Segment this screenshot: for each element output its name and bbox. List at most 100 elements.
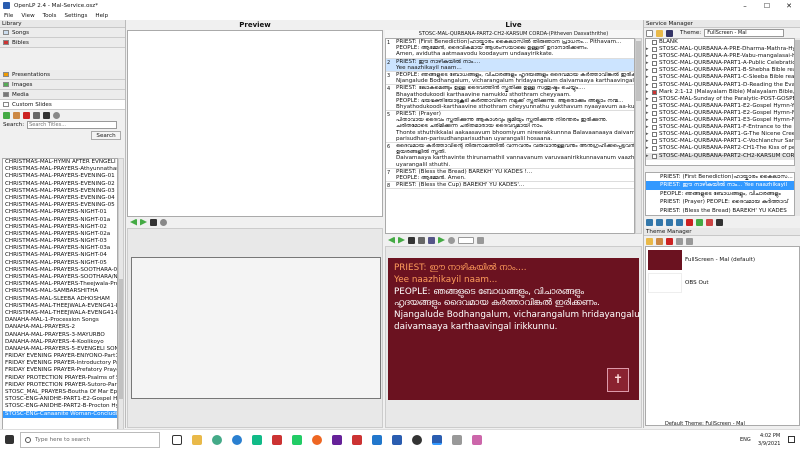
taskbar-search-box[interactable]: Type here to search bbox=[20, 432, 160, 448]
menu-view[interactable]: View bbox=[21, 13, 34, 19]
service-slide-line[interactable]: PRIEST: ഈ നാഴികയിൽ നാം... Yee naazhikayi… bbox=[646, 181, 794, 190]
add-to-service-icon[interactable] bbox=[160, 218, 167, 226]
service-item[interactable]: ▸ STOSC-MAL-QURBANA-PART1-F-Entrance to t… bbox=[646, 124, 794, 131]
library-item[interactable]: CHRISTMAS-MAL-SLEEBA ADHOSHAM bbox=[3, 296, 117, 303]
live-slide-row[interactable]: 2 PRIEST: ഈ നാഴികയിൽ നാം.... Yee naazhikay… bbox=[386, 58, 634, 72]
app-icon[interactable] bbox=[252, 435, 262, 445]
app-icon[interactable] bbox=[332, 435, 342, 445]
blank-screen-icon[interactable] bbox=[408, 236, 415, 244]
service-item[interactable]: BLANK bbox=[646, 39, 794, 46]
library-item[interactable]: CHRISTMAS-MAL-PRAYERS-EVENING-04 bbox=[3, 195, 117, 202]
theme-select[interactable]: FullScreen - Mal bbox=[704, 29, 785, 37]
library-item[interactable]: DANAHA-MAL-PRAYERS-2 bbox=[3, 324, 117, 331]
service-item[interactable]: ▸ STOSC-MAL-QURBANA-PART1-D-Reading the E… bbox=[646, 82, 794, 89]
app-icon[interactable] bbox=[272, 435, 282, 445]
move-down-icon[interactable] bbox=[666, 218, 673, 226]
collapse-icon[interactable] bbox=[706, 218, 713, 226]
service-item[interactable]: ▸ STOSC-MAL-QURBANA-PART1-A-Public Celebr… bbox=[646, 60, 794, 67]
delay-spinbox[interactable] bbox=[458, 236, 474, 244]
menu-settings[interactable]: Settings bbox=[64, 13, 87, 19]
save-service-icon[interactable] bbox=[666, 29, 673, 37]
app-icon[interactable] bbox=[472, 435, 482, 445]
live-scrollbar[interactable] bbox=[635, 38, 642, 234]
service-item[interactable]: ▸ Mark 2:1-12 (Malayalam Bible) Malayalam… bbox=[646, 89, 794, 96]
previous-icon[interactable] bbox=[130, 218, 137, 226]
new-theme-icon[interactable] bbox=[646, 237, 653, 245]
service-slide-line[interactable]: PRIEST: (First Benediction)ഹായ്കാരം കൈലാ… bbox=[646, 173, 794, 181]
language-indicator[interactable]: ENG bbox=[740, 437, 751, 443]
theme-icon[interactable] bbox=[418, 236, 425, 244]
service-item[interactable]: ▸ STOSC-MAL-QURBANA-PART1-C-Sleeba Bible … bbox=[646, 74, 794, 81]
clock-date[interactable]: 3/9/2021 bbox=[758, 441, 780, 447]
library-item[interactable]: CHRISTMAS-MAL-PRAYERS-NIGHT-04 bbox=[3, 252, 117, 259]
library-item[interactable]: FRIDAY EVENING PRAYER-Prefatory Prayers-… bbox=[3, 367, 117, 374]
library-item[interactable]: CHRISTMAS-MAL-PRAYERS-EVENING-01 bbox=[3, 173, 117, 180]
library-tab-presentations[interactable]: Presentations bbox=[0, 70, 125, 80]
search-button[interactable]: Search bbox=[91, 131, 121, 140]
app-icon[interactable] bbox=[292, 435, 302, 445]
search-input[interactable] bbox=[27, 121, 118, 129]
library-item[interactable]: DANAHA-MAL-PRAYERS-4-Koolikoyo bbox=[3, 339, 117, 346]
task-view-icon[interactable] bbox=[172, 435, 182, 445]
library-item[interactable]: CHRISTMAS-MAL-PRAYERS-EVENING-03 bbox=[3, 188, 117, 195]
play-icon[interactable] bbox=[438, 236, 445, 244]
next-icon[interactable] bbox=[140, 218, 147, 226]
settings-icon[interactable] bbox=[477, 236, 484, 244]
library-item[interactable]: DANAHA-MAL-1-Procession Songs bbox=[3, 317, 117, 324]
live-slide-row[interactable]: 8 PRIEST: (Bless the Cup) BAREKH' YU KADE… bbox=[386, 182, 634, 190]
open-service-icon[interactable] bbox=[656, 29, 663, 37]
app-icon[interactable] bbox=[372, 435, 382, 445]
library-item[interactable]: CHRISTMAS-MAL-THEEJWALA-EVENG41-PART2 bbox=[3, 310, 117, 317]
library-item[interactable]: CHRISTMAS-MAL-PRAYERS-NIGHT-03 bbox=[3, 238, 117, 245]
chrome-icon[interactable] bbox=[212, 435, 222, 445]
library-item[interactable]: FRIDAY PROTECTION PRAYER-Sutoro-Part1 bbox=[3, 382, 117, 389]
menu-help[interactable]: Help bbox=[95, 13, 108, 19]
app-icon[interactable] bbox=[312, 435, 322, 445]
live-scroll-thumb[interactable] bbox=[636, 41, 641, 101]
menu-file[interactable]: File bbox=[4, 13, 13, 19]
notification-icon[interactable] bbox=[788, 436, 795, 443]
library-item[interactable]: CHRISTMAS-MAL-PRAYERS-NIGHT-05 bbox=[3, 260, 117, 267]
library-item[interactable]: CHRISTMAS-MAL-SAMBARSHITHA bbox=[3, 288, 117, 295]
expand-icon[interactable] bbox=[696, 218, 703, 226]
app-icon[interactable] bbox=[412, 435, 422, 445]
library-item[interactable]: FRIDAY EVENING PRAYER-ENIYONO-Part1 bbox=[3, 353, 117, 360]
go-live-icon[interactable] bbox=[716, 218, 723, 226]
file-explorer-icon[interactable] bbox=[192, 435, 202, 445]
openlp-taskbar-icon[interactable] bbox=[432, 435, 442, 445]
delete-icon[interactable] bbox=[23, 111, 30, 119]
library-item[interactable]: CHRISTMAS-MAL-PRAYERS-Athyunnathangalil … bbox=[3, 166, 117, 173]
service-scroll-thumb[interactable] bbox=[795, 40, 800, 140]
move-top-icon[interactable] bbox=[646, 218, 653, 226]
service-item[interactable]: ▸ STOSC-MAL-QURBANA-PART1-C-Vochlanchur S… bbox=[646, 138, 794, 145]
app-icon[interactable] bbox=[392, 435, 402, 445]
edit-icon[interactable] bbox=[13, 111, 20, 119]
loop-icon[interactable] bbox=[448, 236, 455, 244]
live-slide-row[interactable]: 7 PRIEST: (Bless the Bread) BAREKH' YU KA… bbox=[386, 169, 634, 183]
export-theme-icon[interactable] bbox=[686, 237, 693, 245]
library-item[interactable]: CHRISTMAS-MAL-HYMN AFTER EVNGELI bbox=[3, 159, 117, 166]
library-item[interactable]: CHRISTMAS-MAL-THEEJWALA-EVENG41-PART1 bbox=[3, 303, 117, 310]
library-tab-images[interactable]: Images bbox=[0, 80, 125, 90]
service-item[interactable]: ▸ STOSC-MAL-QURBANA-PART1-G-The Nicene Cr… bbox=[646, 131, 794, 138]
delete-theme-icon[interactable] bbox=[666, 237, 673, 245]
service-item[interactable]: ▸ STOSC-MAL-QURBANA-PART1-E3-Gospel Hymn-… bbox=[646, 117, 794, 124]
live-slide-row[interactable]: 3 PEOPLE: ഞങ്ങളുടെ ബോധങ്ങളും, വിചാരങ്ങളും… bbox=[386, 72, 634, 86]
library-item[interactable]: FRIDAY PROTECTION PRAYER-Psalms of Sutor… bbox=[3, 375, 117, 382]
desktop-icon[interactable] bbox=[428, 236, 435, 244]
library-item[interactable]: CHRISTMAS-MAL-PRAYERS-NIGHT-02 bbox=[3, 224, 117, 231]
library-tab-media[interactable]: Media bbox=[0, 90, 125, 100]
library-item[interactable]: CHRISTMAS-MAL-PRAYERS-NIGHT-02a bbox=[3, 231, 117, 238]
library-item[interactable]: CHRISTMAS-MAL-PRAYERS-NIGHT-01 bbox=[3, 209, 117, 216]
library-item[interactable]: CHRISTMAS-MAL-PRAYERS-EVENING-02 bbox=[3, 181, 117, 188]
library-tab-bibles[interactable]: Bibles bbox=[0, 38, 125, 48]
library-item[interactable]: CHRISTMAS-MAL-PRAYERS-NIGHT-03a bbox=[3, 245, 117, 252]
service-slide-line[interactable]: PRIEST: (Prayer) PEOPLE: ദൈവമായ കർത്താവ് bbox=[646, 198, 794, 206]
minimize-button[interactable]: – bbox=[734, 0, 756, 11]
library-item[interactable]: CHRISTMAS-MAL-PRAYERS-SOOTHARA/NIGHT-01 bbox=[3, 274, 117, 281]
service-item[interactable]: ▸ STOSC-MAL-QURBANA-PART2-CH1-The Kiss of… bbox=[646, 145, 794, 152]
new-icon[interactable] bbox=[3, 111, 10, 119]
live-slide-row[interactable]: 4 PRIEST: ലോകമെങ്ങും ഉള്ള ദൈവത്തിൻ സ്തുതി… bbox=[386, 85, 634, 112]
service-slide-line[interactable]: PEOPLE: ഞങ്ങളുടെ ബോധങ്ങളും, വിചാരങ്ങളും bbox=[646, 190, 794, 198]
next-icon[interactable] bbox=[398, 236, 405, 244]
